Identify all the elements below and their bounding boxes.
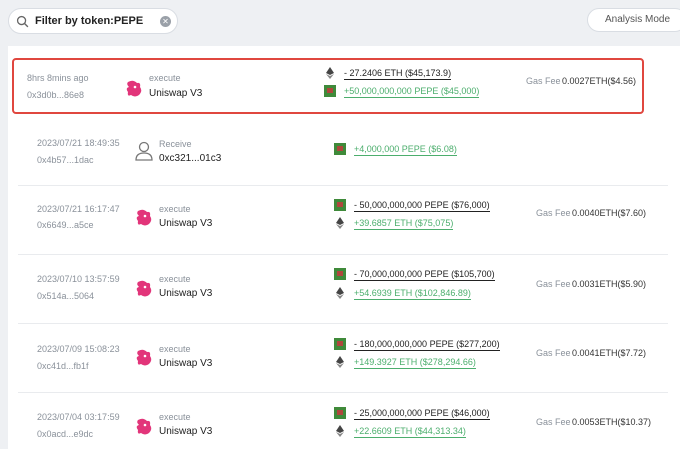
tx-counterparty[interactable]: Uniswap V3 [159,358,212,369]
search-icon [16,15,29,27]
gas-fee-label: Gas Fee [536,417,571,427]
tx-hash[interactable]: 0x3d0b...86e8 [27,90,84,100]
tx-time: 8hrs 8mins ago [27,73,89,83]
tx-time: 2023/07/09 15:08:23 [37,344,120,354]
gas-fee-value: 0.0031ETH($5.90) [572,279,647,289]
eth-icon [336,425,344,437]
tx-action: execute [159,204,191,214]
tx-counterparty[interactable]: Uniswap V3 [149,88,202,99]
uniswap-unicorn-icon [126,80,142,97]
tx-counterparty[interactable]: Uniswap V3 [159,288,212,299]
tx-time: 2023/07/21 18:49:35 [37,138,120,148]
tx-hash[interactable]: 0x514a...5064 [37,291,94,301]
token-in-amount[interactable]: +22.6609 ETH ($44,313.34) [354,426,466,438]
tx-hash[interactable]: 0xc41d...fb1f [37,361,89,371]
uniswap-unicorn-icon [136,349,152,366]
token-out-amount[interactable]: - 70,000,000,000 PEPE ($105,700) [354,269,495,281]
token-in-amount[interactable]: +50,000,000,000 PEPE ($45,000) [344,86,480,98]
token-in-amount[interactable]: +149.3927 ETH ($278,294.66) [354,357,476,369]
pepe-icon [334,143,346,155]
eth-icon [326,67,334,79]
token-out-amount[interactable]: - 27.2406 ETH ($45,173.9) [344,68,452,80]
tx-counterparty[interactable]: Uniswap V3 [159,426,212,437]
tx-time: 2023/07/21 16:17:47 [37,204,120,214]
analysis-mode-button[interactable]: Analysis Mode [587,8,680,32]
user-icon [135,141,153,161]
token-in-amount[interactable]: +54.6939 ETH ($102,846.89) [354,288,471,300]
clear-icon[interactable]: ✕ [160,15,171,27]
tx-counterparty[interactable]: 0xc321...01c3 [159,153,221,164]
token-filter-search[interactable]: Filter by token:PEPE ✕ [8,8,178,34]
token-in-amount[interactable]: +4,000,000 PEPE ($6.08) [354,144,457,156]
token-out-amount[interactable]: - 25,000,000,000 PEPE ($46,000) [354,408,490,420]
gas-fee-label: Gas Fee [536,279,571,289]
uniswap-unicorn-icon [136,280,152,297]
pepe-icon [334,268,346,280]
token-out-amount[interactable]: - 180,000,000,000 PEPE ($277,200) [354,339,500,351]
uniswap-unicorn-icon [136,418,152,435]
tx-action: execute [159,344,191,354]
tx-hash[interactable]: 0x6649...a5ce [37,220,94,230]
gas-fee-value: 0.0040ETH($7.60) [572,208,647,218]
tx-counterparty[interactable]: Uniswap V3 [159,218,212,229]
gas-fee-value: 0.0027ETH($4.56) [562,76,637,86]
transaction-row[interactable]: 8hrs 8mins ago 0x3d0b...86e8 execute Uni… [12,58,644,114]
gas-fee-label: Gas Fee [536,348,571,358]
eth-icon [336,287,344,299]
tx-action: execute [149,73,181,83]
transaction-row[interactable]: 2023/07/21 18:49:35 0x4b57...1dac Receiv… [18,118,668,186]
eth-icon [336,356,344,368]
uniswap-unicorn-icon [136,209,152,226]
transaction-row[interactable]: 2023/07/04 03:17:59 0x0acd...e9dc execut… [18,394,668,449]
transaction-row[interactable]: 2023/07/10 13:57:59 0x514a...5064 execut… [18,256,668,324]
transaction-row[interactable]: 2023/07/09 15:08:23 0xc41d...fb1f execut… [18,325,668,393]
tx-hash[interactable]: 0x4b57...1dac [37,155,94,165]
eth-icon [336,217,344,229]
transaction-row[interactable]: 2023/07/21 16:17:47 0x6649...a5ce execut… [18,187,668,255]
tx-hash[interactable]: 0x0acd...e9dc [37,429,93,439]
tx-action: execute [159,412,191,422]
pepe-icon [334,338,346,350]
tx-action: Receive [159,139,192,149]
pepe-icon [334,407,346,419]
transaction-list: 8hrs 8mins ago 0x3d0b...86e8 execute Uni… [8,46,680,449]
top-bar: Filter by token:PEPE ✕ Analysis Mode [0,0,680,42]
gas-fee-label: Gas Fee [536,208,571,218]
token-in-amount[interactable]: +39.6857 ETH ($75,075) [354,218,454,230]
tx-time: 2023/07/10 13:57:59 [37,274,120,284]
pepe-icon [334,199,346,211]
token-out-amount[interactable]: - 50,000,000,000 PEPE ($76,000) [354,200,490,212]
search-input[interactable]: Filter by token:PEPE [35,15,160,27]
gas-fee-label: Gas Fee [526,76,561,86]
pepe-icon [324,85,336,97]
gas-fee-value: 0.0041ETH($7.72) [572,348,647,358]
tx-time: 2023/07/04 03:17:59 [37,412,120,422]
gas-fee-value: 0.0053ETH($10.37) [572,417,652,427]
tx-action: execute [159,274,191,284]
